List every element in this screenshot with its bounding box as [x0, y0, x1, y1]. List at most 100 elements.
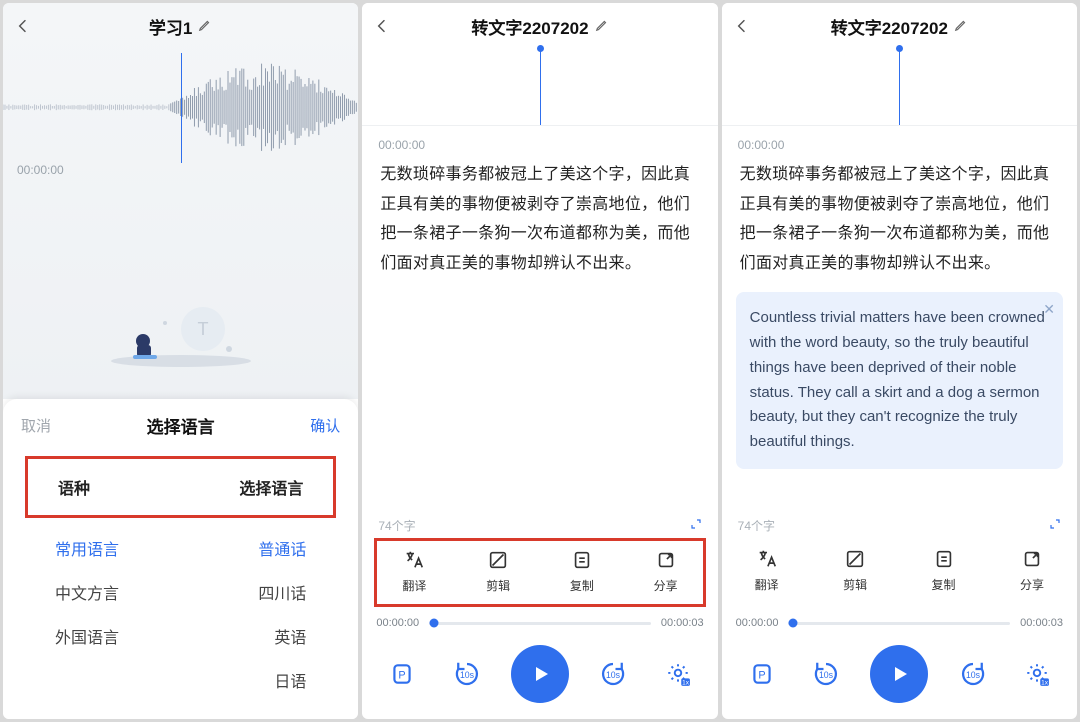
language-category: 中文方言 [55, 580, 119, 604]
tool-label: 翻译 [402, 577, 426, 594]
copy-icon [931, 548, 957, 570]
transcript-text[interactable]: 无数琐碎事务都被冠上了美这个字，因此真正具有美的事物便被剥夺了崇高地位，他们把一… [722, 158, 1077, 278]
settings-button[interactable]: 1x [1017, 654, 1057, 694]
rewind-10s-button[interactable]: 10s [806, 654, 846, 694]
svg-text:P: P [758, 669, 765, 681]
timecode: 00:00:00 [362, 126, 717, 158]
expand-icon[interactable] [690, 518, 702, 533]
translate-icon [401, 549, 427, 571]
highlighted-header-row: 语种 选择语言 [25, 456, 336, 518]
tool-label: 复制 [570, 577, 594, 594]
sheet-title: 选择语言 [147, 413, 215, 438]
total-time: 00:00:03 [1020, 617, 1063, 629]
page-title: 转文字2207202 [471, 14, 588, 39]
translation-text: Countless trivial matters have been crow… [750, 309, 1045, 450]
transcript-mode-button[interactable]: P [382, 654, 422, 694]
tool-label: 剪辑 [843, 576, 867, 593]
copy-button[interactable]: 复制 [569, 549, 595, 594]
back-icon[interactable] [374, 18, 390, 34]
progress-bar[interactable]: 00:00:00 00:00:03 [722, 607, 1077, 635]
tool-label: 翻译 [755, 576, 779, 593]
close-icon[interactable]: ✕ [1043, 298, 1055, 321]
page-title: 学习1 [149, 14, 192, 39]
svg-text:10s: 10s [606, 670, 621, 680]
play-button[interactable] [511, 645, 569, 703]
language-option: 日语 [206, 668, 306, 692]
empty-illustration: T [101, 279, 261, 369]
svg-text:P: P [399, 669, 406, 681]
header: 学习1 [3, 3, 358, 49]
language-row[interactable]: 日语 [33, 658, 328, 702]
column-header-right: 选择语言 [239, 475, 303, 499]
rewind-10s-button[interactable]: 10s [447, 654, 487, 694]
language-row[interactable]: 常用语言 普通话 [33, 526, 328, 570]
playhead[interactable] [540, 49, 541, 125]
share-button[interactable]: 分享 [653, 549, 679, 594]
language-option: 四川话 [206, 580, 306, 604]
header: 转文字2207202 [722, 3, 1077, 49]
language-option: 英语 [206, 624, 306, 648]
svg-text:1x: 1x [1041, 679, 1049, 686]
confirm-button[interactable]: 确认 [310, 415, 340, 436]
header: 转文字2207202 [362, 3, 717, 49]
expand-icon[interactable] [1049, 518, 1061, 533]
progress-thumb[interactable] [788, 619, 797, 628]
svg-text:1x: 1x [682, 679, 690, 686]
svg-text:T: T [197, 319, 208, 339]
language-row[interactable]: 外国语言 英语 [33, 614, 328, 658]
back-icon[interactable] [734, 18, 750, 34]
timecode: 00:00:00 [17, 163, 64, 177]
svg-text:10s: 10s [460, 670, 475, 680]
progress-thumb[interactable] [429, 619, 438, 628]
tool-label: 复制 [932, 576, 956, 593]
settings-button[interactable]: 1x [658, 654, 698, 694]
play-button[interactable] [870, 645, 928, 703]
mini-waveform [722, 49, 1077, 126]
trim-icon [485, 549, 511, 571]
share-icon [653, 549, 679, 571]
column-header-left: 语种 [58, 475, 90, 499]
page-title: 转文字2207202 [831, 14, 948, 39]
playhead[interactable] [181, 53, 182, 163]
edit-icon[interactable] [198, 17, 212, 37]
transcript-mode-button[interactable]: P [742, 654, 782, 694]
tool-label: 分享 [654, 577, 678, 594]
trim-button[interactable]: 剪辑 [485, 549, 511, 594]
tool-label: 剪辑 [486, 577, 510, 594]
highlighted-toolbar: 翻译 剪辑 复制 分享 [374, 538, 705, 607]
language-category: 常用语言 [55, 536, 119, 560]
char-count: 74个字 [378, 517, 415, 534]
total-time: 00:00:03 [661, 617, 704, 629]
mini-waveform [362, 49, 717, 126]
translate-icon [754, 548, 780, 570]
cancel-button[interactable]: 取消 [21, 415, 51, 436]
svg-text:10s: 10s [819, 670, 834, 680]
waveform-panel: 00:00:00 T [3, 3, 358, 399]
timecode: 00:00:00 [722, 126, 1077, 158]
forward-10s-button[interactable]: 10s [593, 654, 633, 694]
current-time: 00:00:00 [736, 617, 779, 629]
edit-icon[interactable] [595, 17, 609, 37]
trim-button[interactable]: 剪辑 [842, 548, 868, 593]
copy-button[interactable]: 复制 [931, 548, 957, 593]
language-category: 外国语言 [55, 624, 119, 648]
transcript-text[interactable]: 无数琐碎事务都被冠上了美这个字，因此真正具有美的事物便被剥夺了崇高地位，他们把一… [362, 158, 717, 278]
trim-icon [842, 548, 868, 570]
language-option: 普通话 [206, 536, 306, 560]
svg-text:10s: 10s [966, 670, 981, 680]
edit-icon[interactable] [954, 17, 968, 37]
translation-bubble: ✕ Countless trivial matters have been cr… [736, 292, 1063, 469]
playhead[interactable] [899, 49, 900, 125]
current-time: 00:00:00 [376, 617, 419, 629]
copy-icon [569, 549, 595, 571]
language-row[interactable]: 中文方言 四川话 [33, 570, 328, 614]
share-icon [1019, 548, 1045, 570]
progress-bar[interactable]: 00:00:00 00:00:03 [362, 607, 717, 635]
char-count: 74个字 [738, 517, 775, 534]
translate-button[interactable]: 翻译 [754, 548, 780, 593]
tool-label: 分享 [1020, 576, 1044, 593]
share-button[interactable]: 分享 [1019, 548, 1045, 593]
forward-10s-button[interactable]: 10s [953, 654, 993, 694]
back-icon[interactable] [15, 18, 31, 34]
translate-button[interactable]: 翻译 [401, 549, 427, 594]
